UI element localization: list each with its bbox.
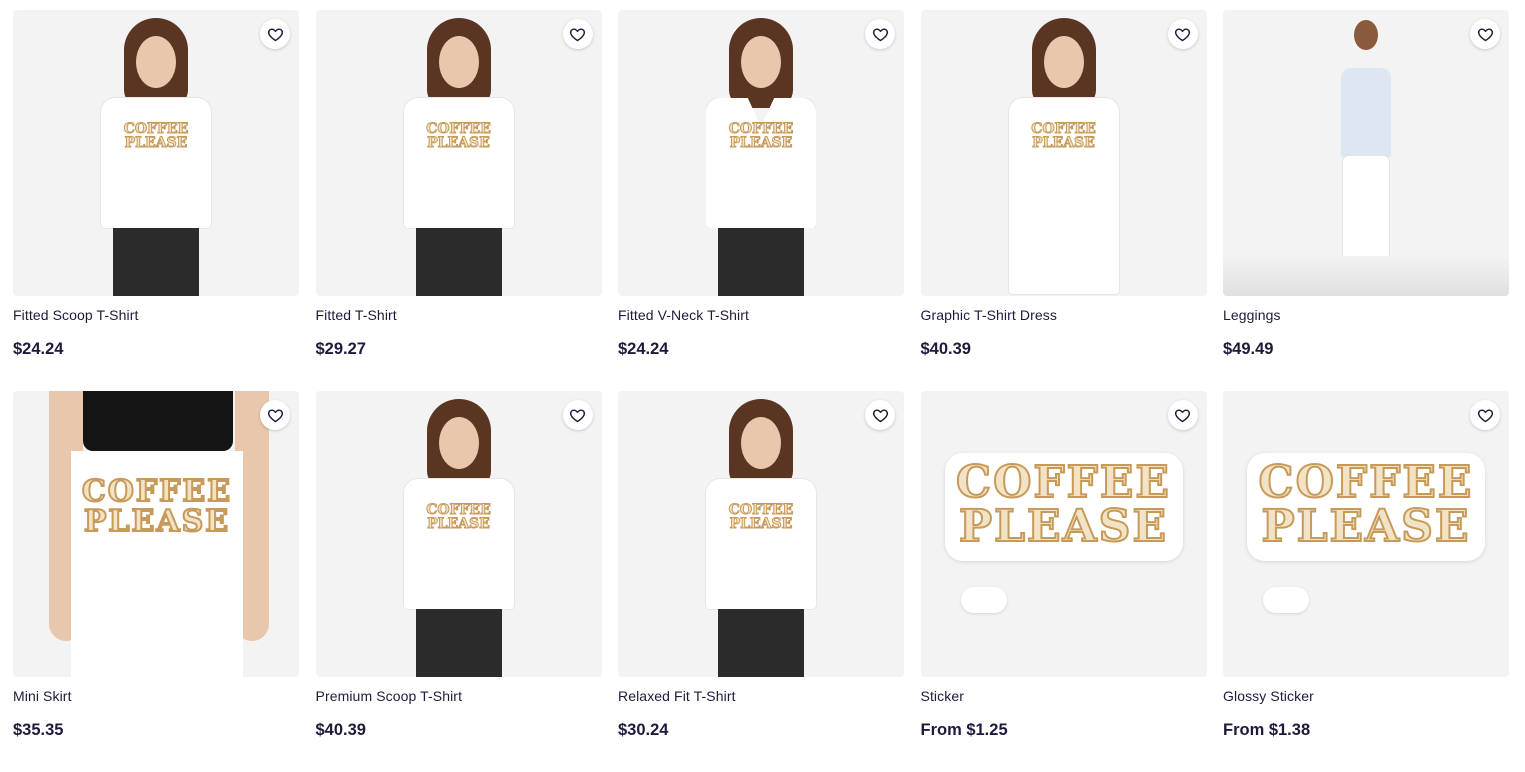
- heart-outline-icon[interactable]: [865, 400, 895, 430]
- product-image[interactable]: COFFEE PLEASE: [618, 10, 904, 296]
- product-card[interactable]: COFFEE PLEASE Fitted T-Shirt $29.27: [315, 10, 602, 391]
- garment-shape: [706, 98, 816, 228]
- heart-outline-icon[interactable]: [260, 19, 290, 49]
- product-price: $40.39: [920, 340, 971, 358]
- heart-outline-icon[interactable]: [260, 400, 290, 430]
- product-card[interactable]: COFFEE PLEASE Graphic T-Shirt Dress $40.39: [920, 10, 1207, 391]
- garment-shape: [101, 98, 211, 228]
- product-image[interactable]: COFFEE PLEASE: [13, 10, 299, 296]
- product-card[interactable]: COFFEE PLEASE Relaxed Fit T-Shirt $30.24: [618, 391, 904, 772]
- product-image[interactable]: COFFEE PLEASE: [618, 391, 904, 677]
- pants-shape: [113, 228, 199, 296]
- pants-shape: [415, 609, 502, 677]
- product-price: From $1.25: [920, 721, 1008, 739]
- product-title[interactable]: Fitted V-Neck T-Shirt: [618, 307, 749, 323]
- model-face: [741, 36, 781, 88]
- model-face: [136, 36, 176, 88]
- product-card[interactable]: COFFEE PLEASE Fitted Scoop T-Shirt $24.24: [13, 10, 299, 391]
- skirt-print: COFFEE PLEASE: [81, 474, 233, 539]
- garment-print: COFFEE PLEASE: [1031, 121, 1097, 151]
- garment-print: COFFEE PLEASE: [426, 502, 492, 532]
- heart-outline-icon[interactable]: [562, 19, 593, 49]
- product-price: $40.39: [315, 721, 366, 739]
- product-image[interactable]: COFFEE PLEASE: [13, 391, 299, 677]
- product-title[interactable]: Mini Skirt: [13, 688, 72, 704]
- model-face: [1043, 36, 1084, 88]
- product-price: $30.24: [618, 721, 669, 739]
- garment-shape: [403, 98, 514, 228]
- product-title[interactable]: Relaxed Fit T-Shirt: [618, 688, 736, 704]
- heart-outline-icon[interactable]: [1167, 400, 1198, 430]
- product-image[interactable]: COFFEE PLEASE: [920, 391, 1207, 677]
- sticker-print: COFFEE PLEASE: [955, 457, 1171, 552]
- model-face: [438, 417, 479, 469]
- product-card[interactable]: Leggings $49.49: [1223, 10, 1509, 391]
- pants-shape: [415, 228, 502, 296]
- garment-print: COFFEE PLEASE: [123, 121, 189, 151]
- sticker-backing-shape: [960, 587, 1007, 613]
- garment-shape: [403, 479, 514, 609]
- product-title[interactable]: Premium Scoop T-Shirt: [316, 688, 463, 704]
- sticker-print: COFFEE PLEASE: [1258, 457, 1474, 552]
- product-card[interactable]: COFFEE PLEASE Glossy Sticker From $1.38: [1223, 391, 1509, 772]
- garment-print: COFFEE PLEASE: [728, 502, 794, 532]
- product-price: From $1.38: [1223, 721, 1311, 739]
- product-image[interactable]: COFFEE PLEASE: [1223, 391, 1509, 677]
- model-face: [741, 417, 781, 469]
- heart-outline-icon[interactable]: [1470, 19, 1500, 49]
- sticker-backing-shape: [1263, 587, 1309, 613]
- product-card[interactable]: COFFEE PLEASE Sticker From $1.25: [920, 391, 1207, 772]
- product-title[interactable]: Sticker: [921, 688, 965, 704]
- pants-shape: [718, 609, 804, 677]
- product-grid: COFFEE PLEASE Fitted Scoop T-Shirt $24.24 C…: [13, 10, 1509, 772]
- product-title[interactable]: Glossy Sticker: [1223, 688, 1314, 704]
- top-garment: [83, 391, 233, 451]
- heart-outline-icon[interactable]: [1167, 19, 1198, 49]
- model-face: [438, 36, 479, 88]
- product-price: $24.24: [13, 340, 64, 358]
- pants-shape: [718, 228, 804, 296]
- product-image[interactable]: [1223, 10, 1509, 296]
- heart-outline-icon[interactable]: [562, 400, 593, 430]
- heart-outline-icon[interactable]: [1470, 400, 1500, 430]
- product-price: $29.27: [315, 340, 366, 358]
- product-card[interactable]: COFFEE PLEASE Fitted V-Neck T-Shirt $24.24: [618, 10, 904, 391]
- floor-shadow: [1223, 256, 1509, 296]
- garment-shape: [706, 479, 816, 609]
- product-card[interactable]: COFFEE PLEASE Mini Skirt $35.35: [13, 391, 299, 772]
- product-image[interactable]: COFFEE PLEASE: [315, 10, 602, 296]
- garment-print: COFFEE PLEASE: [426, 121, 492, 151]
- product-title[interactable]: Fitted T-Shirt: [316, 307, 397, 323]
- product-title[interactable]: Leggings: [1223, 307, 1281, 323]
- model-head: [1354, 20, 1378, 50]
- product-title[interactable]: Fitted Scoop T-Shirt: [13, 307, 138, 323]
- tank-top: [1341, 68, 1391, 158]
- garment-print: COFFEE PLEASE: [728, 121, 794, 151]
- product-image[interactable]: COFFEE PLEASE: [315, 391, 602, 677]
- product-price: $24.24: [618, 340, 669, 358]
- product-image[interactable]: COFFEE PLEASE: [920, 10, 1207, 296]
- product-card[interactable]: COFFEE PLEASE Premium Scoop T-Shirt $40.39: [315, 391, 602, 772]
- product-price: $49.49: [1223, 340, 1274, 358]
- heart-outline-icon[interactable]: [865, 19, 895, 49]
- product-price: $35.35: [13, 721, 64, 739]
- product-title[interactable]: Graphic T-Shirt Dress: [921, 307, 1057, 323]
